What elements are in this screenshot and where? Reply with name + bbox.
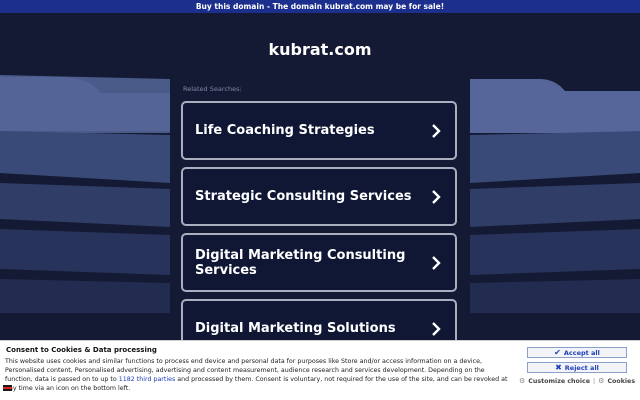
related-link-label: Digital Marketing Solutions [195, 321, 396, 336]
for-sale-text[interactable]: Buy this domain - The domain kubrat.com … [196, 2, 444, 11]
consent-text: This website uses cookies and similar fu… [5, 357, 511, 393]
chevron-right-icon [432, 189, 441, 204]
chevron-right-icon [432, 123, 441, 138]
related-searches-label: Related Searches: [183, 85, 242, 93]
related-link-digital-marketing-consulting[interactable]: Digital Marketing Consulting Services [181, 233, 457, 292]
reject-all-label: Reject all [564, 363, 599, 372]
gear-icon: ⚙ [598, 377, 605, 385]
for-sale-banner[interactable]: Buy this domain - The domain kubrat.com … [0, 0, 640, 13]
cookies-link[interactable]: Cookies [607, 378, 635, 385]
accept-all-label: Accept all [563, 348, 600, 357]
separator: | [593, 377, 596, 385]
chevron-right-icon [432, 255, 441, 270]
domain-title: kubrat.com [268, 40, 372, 59]
check-icon: ✔ [554, 347, 561, 357]
reject-all-button[interactable]: ✖ Reject all [527, 362, 627, 373]
chevron-right-icon [432, 321, 441, 336]
consent-title: Consent to Cookies & Data processing [6, 346, 157, 354]
consent-secondary-links: ⚙ Customize choice | ⚙ Cookies [519, 377, 637, 385]
accept-all-button[interactable]: ✔ Accept all [527, 347, 627, 358]
related-link-label: Life Coaching Strategies [195, 123, 375, 138]
x-icon: ✖ [555, 362, 562, 372]
flag-icon[interactable] [3, 385, 12, 391]
gear-icon: ⚙ [519, 377, 526, 385]
third-parties-link[interactable]: 1182 third parties [119, 376, 176, 383]
related-link-strategic-consulting[interactable]: Strategic Consulting Services [181, 167, 457, 226]
related-link-label: Digital Marketing Consulting Services [195, 247, 406, 278]
customize-choice-link[interactable]: Customize choice [528, 378, 590, 385]
related-link-life-coaching[interactable]: Life Coaching Strategies [181, 101, 457, 160]
related-link-label: Strategic Consulting Services [195, 189, 412, 204]
